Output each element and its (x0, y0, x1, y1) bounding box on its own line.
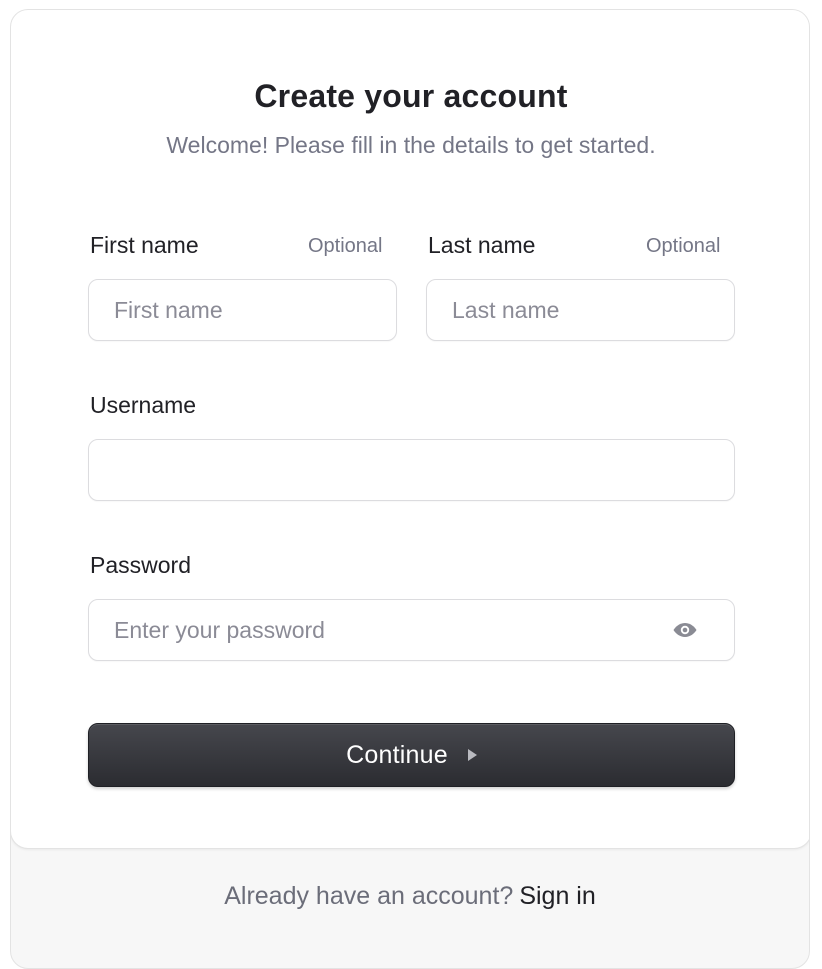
eye-icon[interactable] (672, 619, 698, 641)
page-subtitle: Welcome! Please fill in the details to g… (166, 132, 656, 158)
first-name-label: First name (90, 232, 199, 258)
continue-button[interactable]: Continue (88, 723, 735, 787)
continue-button-label: Continue (346, 740, 448, 769)
last-name-field-wrapper (426, 279, 735, 341)
username-label: Username (90, 392, 197, 418)
signup-container: Create your account Welcome! Please fill… (10, 9, 810, 969)
password-label: Password (90, 552, 191, 578)
last-name-optional-badge: Optional (646, 235, 721, 257)
first-name-input[interactable] (89, 280, 396, 340)
first-name-field-wrapper (88, 279, 397, 341)
page-title: Create your account (254, 78, 568, 114)
last-name-label: Last name (428, 232, 536, 258)
play-arrow-icon (467, 749, 477, 761)
username-field-wrapper (88, 439, 735, 501)
password-field-wrapper (88, 599, 735, 661)
username-input[interactable] (89, 440, 734, 500)
signin-prompt: Already have an account? Sign in (11, 882, 809, 911)
signup-card: Create your account Welcome! Please fill… (11, 10, 809, 849)
last-name-input[interactable] (427, 280, 734, 340)
sign-in-link[interactable]: Sign in (519, 882, 595, 910)
signin-prompt-text: Already have an account? (224, 882, 514, 910)
password-input[interactable] (89, 600, 734, 660)
first-name-optional-badge: Optional (308, 235, 383, 257)
